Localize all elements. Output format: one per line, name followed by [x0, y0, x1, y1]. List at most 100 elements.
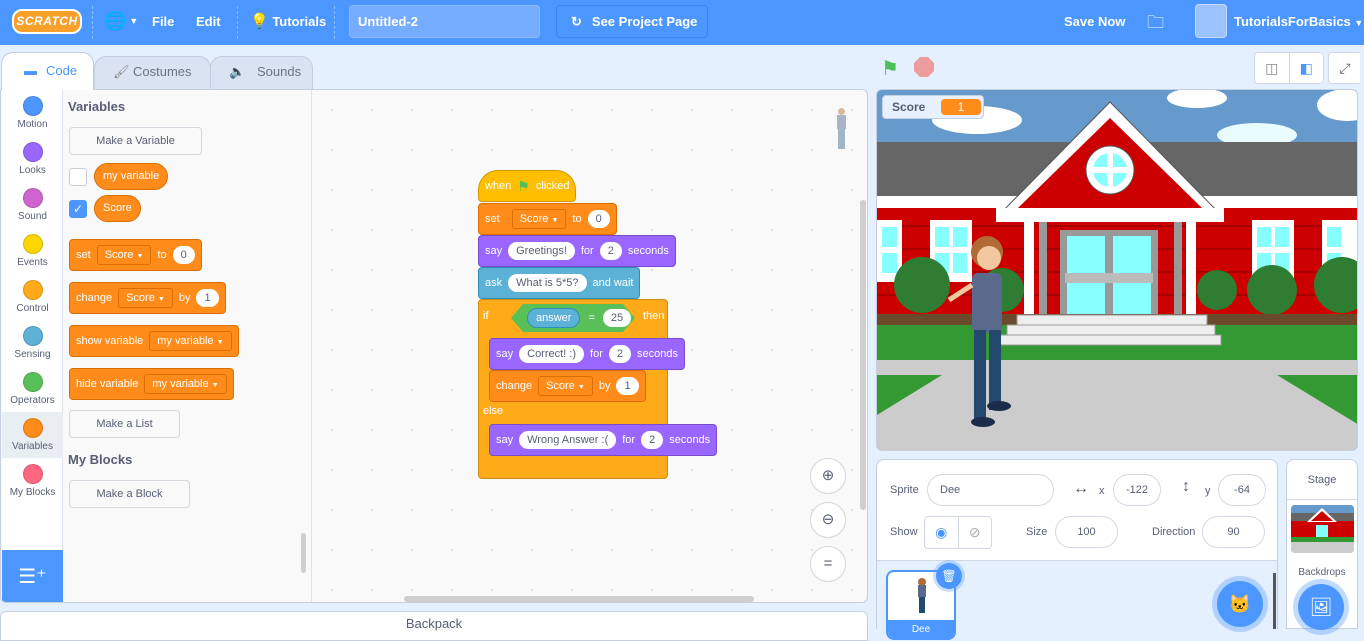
see-project-page-button[interactable]: ↻ See Project Page — [556, 5, 708, 38]
fullscreen-button[interactable]: ⤢ — [1328, 52, 1362, 84]
block-text: change — [76, 292, 113, 304]
script-area[interactable]: when ⚑ clicked set Score ▼ to 0 say Gree… — [312, 90, 867, 602]
category-control[interactable]: Control — [2, 274, 63, 320]
change-score-block[interactable]: change Score ▼ by 1 — [489, 370, 646, 402]
message-input[interactable]: Correct! :) — [519, 345, 585, 363]
message-input[interactable]: Wrong Answer :( — [519, 431, 617, 449]
reporter-score[interactable]: Score — [94, 195, 141, 222]
caret-icon: ▼ — [136, 253, 144, 260]
delete-sprite-button[interactable]: 🗑 — [936, 563, 962, 589]
my-stuff-folder-icon[interactable]: 🗀 — [1147, 10, 1164, 39]
small-stage-button[interactable]: ◫ — [1255, 53, 1289, 83]
category-events[interactable]: Events — [2, 228, 63, 274]
backpack[interactable]: Backpack — [0, 611, 868, 641]
variable-dropdown[interactable]: my variable ▼ — [149, 331, 232, 351]
tab-code[interactable]: ▬ Code — [1, 52, 94, 90]
value-input[interactable]: 25 — [603, 309, 631, 327]
choose-sprite-button[interactable]: 🐱 — [1217, 581, 1263, 627]
category-operators[interactable]: Operators — [2, 366, 63, 412]
add-extension-button[interactable]: ☰⁺ — [2, 550, 63, 602]
speaker-icon: 🔈 — [229, 64, 246, 79]
stop-button[interactable] — [914, 57, 934, 77]
variable-dropdown[interactable]: Score ▼ — [118, 288, 173, 308]
stage[interactable]: Score 1 — [876, 89, 1358, 451]
direction-input[interactable]: 90 — [1202, 516, 1265, 548]
zoom-out-button[interactable]: ⊖ — [810, 502, 846, 538]
equals-operator[interactable]: answer = 25 — [511, 304, 635, 332]
language-menu[interactable]: 🌐 ▼ — [104, 11, 138, 32]
variable-checkbox-my-variable[interactable] — [69, 168, 87, 186]
project-title-input[interactable]: Untitled-2 — [349, 5, 540, 38]
seconds-input[interactable]: 2 — [608, 345, 631, 363]
say-correct-block[interactable]: say Correct! :) for 2 seconds — [489, 338, 685, 370]
value-input[interactable]: 0 — [587, 210, 610, 228]
vertical-arrows-icon: ↕ — [1182, 478, 1190, 495]
save-now-button[interactable]: Save Now — [1064, 14, 1125, 29]
value-input[interactable]: 0 — [172, 246, 195, 264]
answer-reporter[interactable]: answer — [527, 308, 580, 328]
palette-scrollbar[interactable] — [301, 533, 306, 573]
when-flag-clicked-block[interactable]: when ⚑ clicked — [478, 170, 577, 202]
dropdown-value: my variable — [152, 378, 209, 390]
variable-dropdown[interactable]: Score ▼ — [96, 245, 152, 265]
variable-dropdown[interactable]: Score ▼ — [538, 376, 593, 396]
y-input[interactable]: -64 — [1218, 474, 1266, 506]
hide-variable-block[interactable]: hide variable my variable ▼ — [69, 368, 234, 400]
large-stage-button[interactable]: ◧ — [1288, 53, 1324, 83]
variable-dropdown[interactable]: Score ▼ — [511, 209, 567, 229]
say-greetings-block[interactable]: say Greetings! for 2 seconds — [478, 235, 676, 267]
category-color-dot — [22, 234, 43, 254]
value-input[interactable]: 1 — [616, 377, 639, 395]
tutorials-button[interactable]: 💡 Tutorials — [250, 12, 326, 30]
question-input[interactable]: What is 5*5? — [508, 274, 587, 292]
category-looks[interactable]: Looks — [2, 136, 63, 182]
value-input[interactable]: 1 — [196, 289, 219, 307]
category-sensing[interactable]: Sensing — [2, 320, 63, 366]
score-monitor[interactable]: Score 1 — [882, 95, 984, 119]
add-backdrop-icon: 🖼 — [1309, 597, 1333, 617]
seconds-input[interactable]: 2 — [641, 431, 664, 449]
show-sprite-button[interactable]: ◉ — [925, 517, 959, 548]
category-sound[interactable]: Sound — [2, 182, 63, 228]
scratch-logo[interactable]: SCRATCH — [12, 9, 82, 34]
code-area: Motion Looks Sound Events Control Sensing Oper… — [0, 89, 868, 603]
sprite-name-input[interactable]: Dee — [927, 474, 1054, 506]
block-text: clicked — [535, 180, 570, 192]
category-my-blocks[interactable]: My Blocks — [2, 458, 63, 504]
make-variable-button[interactable]: Make a Variable — [69, 127, 202, 155]
avatar[interactable] — [1195, 4, 1227, 38]
say-wrong-answer-block[interactable]: say Wrong Answer :( for 2 seconds — [489, 424, 718, 456]
make-block-button[interactable]: Make a Block — [69, 480, 190, 508]
size-input[interactable]: 100 — [1055, 516, 1118, 548]
make-list-button[interactable]: Make a List — [69, 410, 180, 438]
category-label: Sensing — [14, 349, 51, 360]
backdrop-thumbnail[interactable] — [1291, 505, 1354, 553]
vertical-scrollbar[interactable] — [860, 200, 866, 510]
category-variables[interactable]: Variables — [2, 412, 63, 458]
category-motion[interactable]: Motion — [2, 90, 63, 136]
ask-and-wait-block[interactable]: ask What is 5*5? and wait — [478, 267, 641, 299]
green-flag-button[interactable]: ⚑ — [881, 56, 899, 81]
reporter-my-variable[interactable]: my variable — [94, 163, 169, 190]
tab-costumes[interactable]: 🖌 Costumes — [94, 56, 211, 90]
account-menu[interactable]: TutorialsForBasics ▼ — [1234, 14, 1363, 29]
set-variable-block[interactable]: set Score ▼ to 0 — [69, 239, 202, 271]
tab-sounds[interactable]: 🔈 Sounds — [210, 56, 313, 90]
zoom-in-button[interactable]: ⊕ — [810, 458, 846, 494]
edit-menu[interactable]: Edit — [196, 14, 221, 29]
variable-checkbox-score[interactable]: ✓ — [69, 200, 87, 218]
hide-sprite-button[interactable]: ⊘ — [959, 517, 992, 548]
show-variable-block[interactable]: show variable my variable ▼ — [69, 325, 239, 357]
change-variable-block[interactable]: change Score ▼ by 1 — [69, 282, 226, 314]
stage-selector[interactable]: Stage Backdrops 🖼 — [1286, 459, 1358, 630]
choose-backdrop-button[interactable]: 🖼 — [1298, 584, 1344, 630]
set-score-block[interactable]: set Score ▼ to 0 — [478, 203, 617, 235]
file-menu[interactable]: File — [152, 14, 174, 29]
x-input[interactable]: -122 — [1113, 474, 1161, 506]
message-input[interactable]: Greetings! — [508, 242, 575, 260]
seconds-input[interactable]: 2 — [599, 242, 622, 260]
sprite-list-scrollbar[interactable] — [1273, 573, 1276, 629]
horizontal-scrollbar[interactable] — [404, 596, 754, 602]
reset-zoom-button[interactable]: = — [810, 546, 846, 582]
variable-dropdown[interactable]: my variable ▼ — [144, 374, 227, 394]
